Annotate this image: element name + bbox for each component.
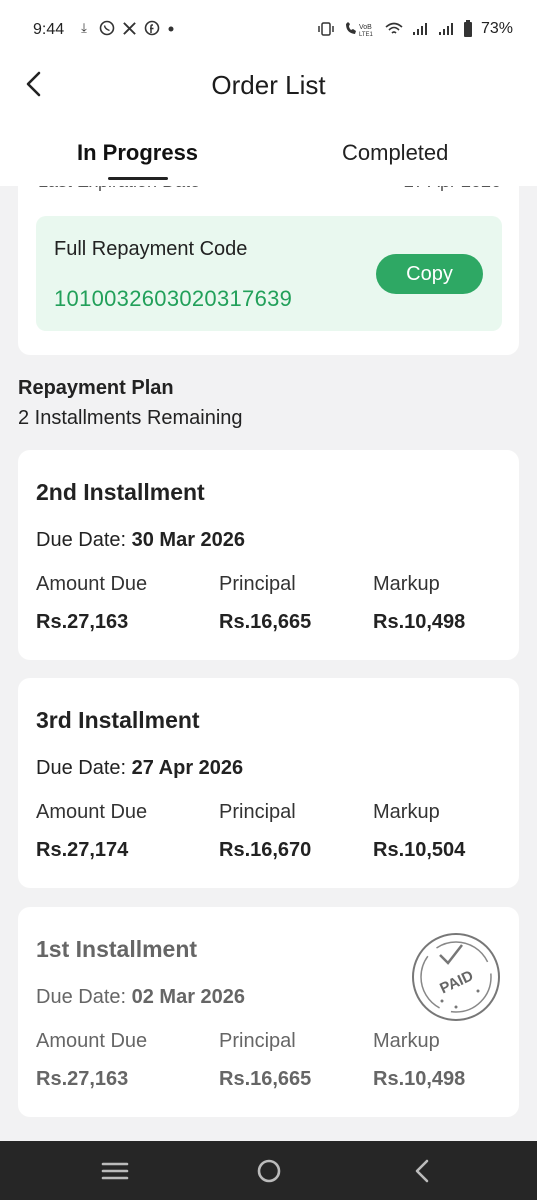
- system-nav-bar: [0, 1141, 537, 1200]
- installment-card: 2nd Installment Due Date: 30 Mar 2026 Am…: [18, 450, 519, 660]
- battery-percent: 73%: [480, 20, 513, 37]
- full-repayment-code-label: Full Repayment Code: [54, 238, 248, 260]
- volte-call-icon: VoBLTE1: [345, 22, 374, 37]
- installments-remaining: 2 Installments Remaining: [18, 407, 243, 429]
- due-date-label: Due Date:: [36, 986, 127, 1008]
- status-bar: 9:44 ⤓ VoB LTE1 73%: [0, 0, 537, 60]
- active-tab-indicator: [108, 177, 168, 180]
- principal-value: Rs.16,665: [219, 611, 312, 633]
- markup-label: Markup: [373, 801, 440, 823]
- full-repayment-code-value: 1010032603020317639: [54, 286, 293, 311]
- installment-title: 3rd Installment: [36, 707, 200, 733]
- due-date-value: 27 Apr 2026: [131, 757, 244, 779]
- svg-text:LTE1: LTE1: [359, 32, 374, 37]
- principal-label: Principal: [219, 573, 296, 595]
- installment-title: 1st Installment: [36, 936, 198, 962]
- svg-text:VoB: VoB: [359, 24, 372, 31]
- whatsapp-icon: [99, 20, 115, 36]
- due-date: Due Date: 02 Mar 2026: [36, 986, 245, 1009]
- back-icon[interactable]: [407, 1155, 439, 1187]
- repayment-plan-title: Repayment Plan: [18, 377, 174, 399]
- status-time: 9:44: [33, 21, 65, 38]
- signal-icon: [412, 23, 427, 35]
- amount-due-value: Rs.27,163: [36, 611, 129, 633]
- recent-apps-icon[interactable]: [99, 1155, 131, 1187]
- due-date-label: Due Date:: [36, 529, 127, 551]
- amount-due-value: Rs.27,174: [36, 839, 129, 861]
- markup-label: Markup: [373, 573, 440, 595]
- amount-due-label: Amount Due: [36, 801, 148, 823]
- installment-title: 2nd Installment: [36, 479, 205, 505]
- top-app-bar: 9:44 ⤓ VoB LTE1 73% Order List In Progres…: [0, 0, 537, 186]
- paid-stamp-text: PAID: [437, 967, 476, 997]
- page-title: Order List: [211, 70, 326, 100]
- due-date-value: 02 Mar 2026: [131, 986, 246, 1008]
- paid-stamp-icon: PAID: [412, 933, 500, 1021]
- home-icon[interactable]: [253, 1155, 285, 1187]
- download-icon: ⤓: [81, 20, 87, 35]
- tab-completed[interactable]: Completed: [342, 140, 448, 166]
- signal-icon: [438, 23, 453, 35]
- vibrate-icon: [318, 22, 334, 36]
- header: Order List: [0, 60, 537, 110]
- amount-due-label: Amount Due: [36, 573, 148, 595]
- tab-in-progress[interactable]: In Progress: [77, 140, 198, 166]
- dot-icon: [168, 26, 174, 32]
- principal-label: Principal: [219, 1030, 296, 1052]
- principal-label: Principal: [219, 801, 296, 823]
- due-date-label: Due Date:: [36, 757, 127, 779]
- due-date: Due Date: 30 Mar 2026: [36, 529, 245, 552]
- tab-bar: In Progress Completed: [0, 128, 537, 186]
- x-icon: [123, 21, 136, 35]
- installment-card-paid: 1st Installment Due Date: 02 Mar 2026 Am…: [18, 907, 519, 1117]
- installment-card: 3rd Installment Due Date: 27 Apr 2026 Am…: [18, 678, 519, 888]
- principal-value: Rs.16,665: [219, 1068, 312, 1090]
- facebook-icon: [144, 20, 160, 36]
- due-date: Due Date: 27 Apr 2026: [36, 757, 243, 780]
- copy-button[interactable]: Copy: [376, 254, 483, 294]
- notification-icons: ⤓: [76, 20, 175, 36]
- wifi-icon: [385, 22, 403, 34]
- markup-value: Rs.10,498: [373, 1068, 466, 1090]
- amount-due-value: Rs.27,163: [36, 1068, 129, 1090]
- markup-value: Rs.10,498: [373, 611, 466, 633]
- battery-icon: [463, 20, 472, 37]
- markup-label: Markup: [373, 1030, 440, 1052]
- system-indicators: VoB LTE1 73%: [317, 20, 513, 38]
- due-date-value: 30 Mar 2026: [131, 529, 246, 551]
- principal-value: Rs.16,670: [219, 839, 312, 861]
- markup-value: Rs.10,504: [373, 839, 466, 861]
- full-repayment-code-box: Full Repayment Code 1010032603020317639 …: [36, 216, 502, 331]
- amount-due-label: Amount Due: [36, 1030, 148, 1052]
